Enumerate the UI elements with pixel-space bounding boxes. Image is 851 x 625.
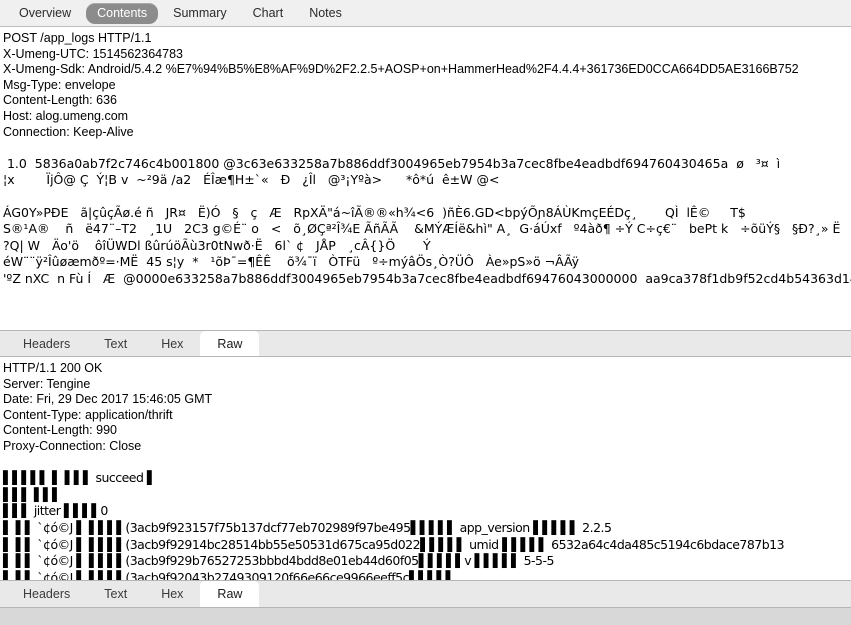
- request-viewer-tabbar: Headers Text Hex Raw: [0, 330, 851, 357]
- tab-summary[interactable]: Summary: [162, 3, 237, 24]
- request-tab-hex[interactable]: Hex: [144, 331, 200, 356]
- request-pane[interactable]: POST /app_logs HTTP/1.1 X-Umeng-UTC: 151…: [0, 27, 851, 330]
- response-viewer-tabbar: Headers Text Hex Raw: [0, 579, 851, 607]
- request-blank-line: [3, 140, 851, 156]
- response-body-line-3: ▌ ▌▌ `¢ó©J ▌ ▌▌▌▌(3acb9f923157f75b137dcf…: [3, 519, 612, 535]
- tab-contents[interactable]: Contents: [86, 2, 159, 24]
- request-body-line-4: ?Q| W Äo'ö ôîÜWDl ßûrúöÃù3r0tNwð·Ë 6l` ¢…: [3, 237, 431, 253]
- response-body-line-4: ▌ ▌▌ `¢ó©J ▌ ▌▌▌▌(3acb9f92914bc28514bb55…: [3, 536, 785, 552]
- response-body-line-6: ▌ ▌▌ `¢ó©J ▌ ▌▌▌▌(3acb9f92043b2749309120…: [3, 569, 455, 580]
- request-tab-raw[interactable]: Raw: [200, 331, 260, 356]
- response-tab-hex[interactable]: Hex: [144, 581, 200, 607]
- response-tab-headers[interactable]: Headers: [6, 581, 87, 607]
- response-headers-text: HTTP/1.1 200 OK Server: Tengine Date: Fr…: [3, 361, 213, 453]
- session-tabbar: Overview Contents Summary Chart Notes: [0, 0, 851, 27]
- window-footer-strip: [0, 606, 851, 625]
- response-blank-line: [3, 455, 851, 471]
- response-body-line-1: ▌▌▌ ▌▌▌: [3, 486, 62, 502]
- tab-overview[interactable]: Overview: [8, 3, 82, 24]
- response-raw-text: HTTP/1.1 200 OK Server: Tengine Date: Fr…: [0, 357, 851, 580]
- tab-notes[interactable]: Notes: [298, 3, 353, 24]
- response-pane[interactable]: HTTP/1.1 200 OK Server: Tengine Date: Fr…: [0, 357, 851, 580]
- request-body-line-1: ¦x ÏjÔ@ Ç Ý¦B v ~²9ä /a2 ÉÎæ¶H±`« Ð ¿Îl …: [3, 172, 500, 188]
- request-body-line-6: 'ºZ nXC n Fù Í Æ @0000e633258a7b886ddf30…: [3, 270, 851, 286]
- request-tab-text[interactable]: Text: [87, 331, 144, 356]
- request-body-line-0: 1.0 5836a0ab7f2c746c4b001800 @3c63e63325…: [3, 155, 781, 171]
- tab-chart[interactable]: Chart: [242, 3, 295, 24]
- response-tab-raw[interactable]: Raw: [200, 580, 260, 607]
- request-body-line-5: éW¨¨ÿ²Îûøæmðº=·MË 45 s¦y * ¹õÞ¯=¶ÊÊ õ¾¯ï…: [3, 254, 580, 270]
- request-body-line-2: ÁG0Y»PÐE ã|çûçÃø.é ñ JR¤ Ë)Ó § ç Æ RpXÄ"…: [3, 204, 746, 220]
- response-body-line-2: ▌▌▌ jitter ▌▌▌▌0: [3, 503, 108, 519]
- request-raw-text: POST /app_logs HTTP/1.1 X-Umeng-UTC: 151…: [0, 27, 851, 288]
- response-tab-text[interactable]: Text: [87, 581, 144, 607]
- response-body-line-5: ▌ ▌▌ `¢ó©J ▌ ▌▌▌▌(3acb9f929b76527253bbbd…: [3, 553, 554, 569]
- request-blank-line-2: [3, 189, 851, 205]
- request-headers-text: POST /app_logs HTTP/1.1 X-Umeng-UTC: 151…: [3, 31, 799, 139]
- response-body-line-0: ▌▌▌▌▌ ▌ ▌▌▌ succeed ▌: [3, 470, 157, 486]
- request-tab-headers[interactable]: Headers: [6, 331, 87, 356]
- charles-session-window: Overview Contents Summary Chart Notes PO…: [0, 0, 851, 625]
- request-body-line-3: S®¹A® ñ ë47¨–T2 ¸1U 2C3 g©É¨ o < õ¸ØÇª²Î…: [3, 221, 841, 237]
